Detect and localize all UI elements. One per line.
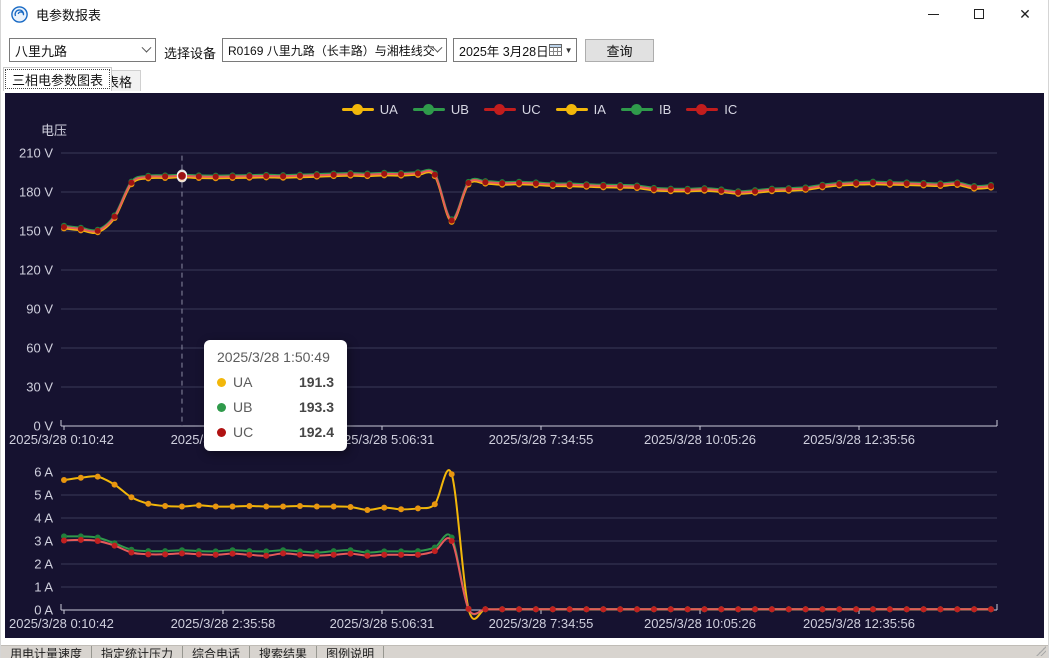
y-axis-tick-label: 30 V [26,380,53,395]
x-axis-tick-label: 2025/3/28 7:34:55 [489,432,594,447]
tooltip-series-value: 192.4 [299,424,334,440]
area-combobox[interactable]: 八里九路 [9,38,156,62]
title-bar: 电参数报表 ✕ [1,0,1048,28]
charts-canvas[interactable]: 210 V180 V150 V120 V90 V60 V30 V0 V2025/… [5,93,1044,638]
minimize-button[interactable] [910,0,956,28]
y-axis-tick-label: 6 A [34,465,53,480]
chevron-down-icon [142,42,152,52]
tooltip-series-label: UA [233,374,252,390]
x-axis-tick-label: 2025/3/28 0:10:42 [9,616,114,631]
legend-marker-icon [686,104,718,116]
close-icon: ✕ [1019,7,1031,21]
y-axis-tick-label: 4 A [34,511,53,526]
chart-tooltip: 2025/3/28 1:50:49 UA 191.3 UB 193.3 UC 192.4 [204,340,347,451]
device-combobox[interactable]: R0169 八里九路（长丰路）与湘桂线交 [222,38,447,62]
x-axis-tick-label: 2025/3/28 2:35:58 [171,616,276,631]
x-axis-tick-label: 2025/3/28 12:35:56 [803,432,915,447]
tooltip-row: UC 192.4 [217,424,334,440]
legend-label: UC [522,102,541,117]
chevron-down-icon [433,42,443,52]
legend-label: IB [659,102,671,117]
clipped-status-text: 用电计量速度 [1,646,92,658]
x-axis-tick-label: 2025/3/28 0:10:42 [9,432,114,447]
chart-legend: UA UB UC IA IB IC [20,102,1049,117]
legend-label: IA [594,102,606,117]
y-axis-tick-label: 120 V [19,263,53,278]
tooltip-series-label: UB [233,399,252,415]
area-combobox-value: 八里九路 [15,41,67,60]
x-axis-tick-label: 2025/3/28 10:05:26 [644,616,756,631]
tab-chart[interactable]: 三相电参数图表 [3,67,112,91]
legend-item-uc[interactable]: UC [484,102,541,117]
chart-axis-title: 电压 [41,123,67,138]
close-button[interactable]: ✕ [1002,0,1048,28]
legend-label: UA [380,102,398,117]
legend-item-ib[interactable]: IB [621,102,671,117]
y-axis-tick-label: 210 V [19,146,53,161]
legend-marker-icon [484,104,516,116]
y-axis-tick-label: 2 A [34,557,53,572]
legend-item-ia[interactable]: IA [556,102,606,117]
device-combobox-value: R0169 八里九路（长丰路）与湘桂线交 [228,42,434,59]
legend-label: UB [451,102,469,117]
y-axis-tick-label: 180 V [19,185,53,200]
bottom-spacer [1,638,1048,645]
dropdown-arrow-icon: ▼ [565,46,573,55]
tooltip-series-label: UC [233,424,253,440]
date-picker[interactable]: 2025年 3月28日 ▼ [453,38,577,62]
tooltip-timestamp: 2025/3/28 1:50:49 [217,349,334,365]
series-dot-icon [217,378,226,387]
y-axis-tick-label: 60 V [26,341,53,356]
y-axis-tick-label: 90 V [26,302,53,317]
clipped-status-text: 综合电话 [183,646,250,658]
app-window: 电参数报表 ✕ 八里九路 选择设备 R0169 八里九路（长丰路）与湘桂线交 2… [0,0,1049,658]
legend-marker-icon [413,104,445,116]
series-dot-icon [217,428,226,437]
x-axis-tick-label: 2025/3/28 5:06:31 [330,616,435,631]
date-picker-value: 2025年 3月28日 [459,41,549,60]
legend-label: IC [724,102,737,117]
y-axis-tick-label: 3 A [34,534,53,549]
clipped-status-text: 图例说明 [317,646,384,658]
series-dot-icon [217,403,226,412]
legend-item-ua[interactable]: UA [342,102,398,117]
legend-marker-icon [556,104,588,116]
legend-item-ic[interactable]: IC [686,102,737,117]
bottom-status-strip: 用电计量速度指定统计压力综合电话搜索结果图例说明 [1,645,1048,658]
resize-grip-icon[interactable] [1036,646,1046,656]
y-axis-tick-label: 5 A [34,488,53,503]
y-axis-tick-label: 1 A [34,580,53,595]
x-axis-tick-label: 2025/3/28 10:05:26 [644,432,756,447]
tooltip-row: UA 191.3 [217,374,334,390]
legend-marker-icon [621,104,653,116]
legend-item-ub[interactable]: UB [413,102,469,117]
tooltip-series-value: 193.3 [299,399,334,415]
calendar-icon [549,44,562,56]
window-title: 电参数报表 [36,5,101,24]
clipped-status-text: 指定统计压力 [92,646,183,658]
y-axis-tick-label: 150 V [19,224,53,239]
x-axis-tick-label: 2025/3/28 12:35:56 [803,616,915,631]
clipped-status-text: 搜索结果 [250,646,317,658]
maximize-icon [974,9,984,19]
legend-marker-icon [342,104,374,116]
minimize-icon [928,14,939,15]
tooltip-row: UB 193.3 [217,399,334,415]
app-icon [11,6,28,23]
maximize-button[interactable] [956,0,1002,28]
x-axis-tick-label: 2025/3/28 7:34:55 [489,616,594,631]
query-button[interactable]: 查询 [585,39,654,62]
tooltip-series-value: 191.3 [299,374,334,390]
chart-panel: UA UB UC IA IB IC 210 V 180 V 150 V 120 V 90 V 60 … [5,93,1044,638]
device-label: 选择设备 [164,43,216,62]
